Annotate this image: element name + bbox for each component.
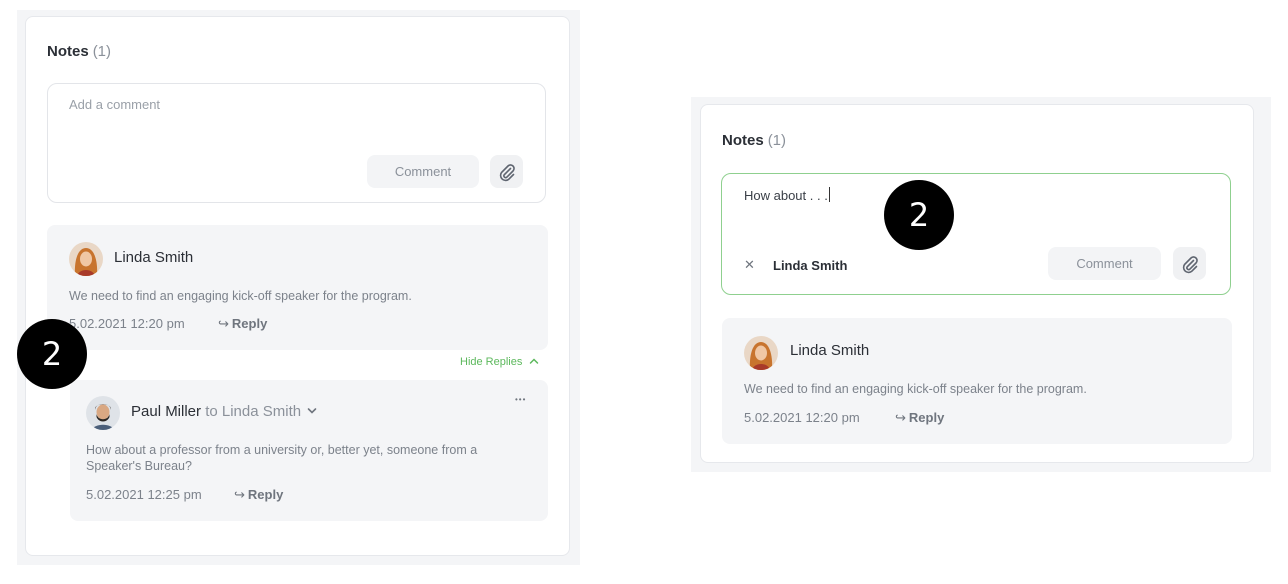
reply-arrow-icon: ↪ (895, 410, 906, 425)
paperclip-icon (1182, 255, 1198, 273)
avatar (744, 336, 778, 370)
mention-recipient: Linda Smith (773, 258, 848, 273)
text-caret (828, 187, 830, 202)
left-comment-button[interactable]: Comment (367, 155, 479, 188)
right-notes-title: Notes (1) (722, 132, 786, 149)
step-badge: 2 (884, 180, 954, 250)
reply-arrow-icon: ↪ (218, 316, 229, 331)
notes-title-text: Notes (47, 43, 89, 60)
right-attach-button[interactable] (1173, 247, 1206, 280)
reply-label: Reply (231, 316, 268, 331)
left-attach-button[interactable] (490, 155, 523, 188)
chevron-down-icon[interactable] (307, 407, 317, 415)
right-comment-button[interactable]: Comment (1048, 247, 1161, 280)
reply-arrow-icon: ↪ (234, 487, 245, 502)
reply-label: Reply (247, 487, 284, 502)
notes-count: (1) (767, 132, 787, 149)
hide-replies-toggle[interactable]: Hide Replies (460, 356, 539, 368)
comment-typed-text: How about . . . (744, 187, 830, 203)
hide-replies-label: Hide Replies (460, 356, 523, 368)
reply-author-line: Paul Miller to Linda Smith (131, 403, 317, 420)
left-thread-author: Linda Smith (114, 249, 194, 266)
right-thread-message: We need to find an engaging kick-off spe… (744, 382, 1087, 396)
notes-count: (1) (92, 43, 112, 60)
reply-message: How about a professor from a university … (86, 443, 478, 473)
reply-author: Paul Miller (131, 403, 202, 420)
right-thread-reply-button[interactable]: ↪ Reply (895, 410, 944, 426)
chevron-up-icon (530, 358, 539, 364)
more-options-icon[interactable]: ••• (515, 395, 526, 404)
paperclip-icon (499, 163, 515, 181)
right-thread-author: Linda Smith (790, 342, 870, 359)
comment-text: How about . . . (744, 188, 828, 203)
left-thread-timestamp: 5.02.2021 12:20 pm (69, 316, 185, 331)
step-badge: 2 (17, 319, 87, 389)
left-notes-title: Notes (1) (47, 43, 111, 60)
remove-mention-icon[interactable]: ✕ (744, 257, 755, 273)
left-thread-message: We need to find an engaging kick-off spe… (69, 289, 412, 303)
comment-placeholder: Add a comment (69, 97, 161, 112)
avatar (69, 242, 103, 276)
reply-timestamp: 5.02.2021 12:25 pm (86, 487, 202, 502)
right-thread-timestamp: 5.02.2021 12:20 pm (744, 410, 860, 425)
reply-reply-button[interactable]: ↪ Reply (234, 487, 283, 503)
reply-recipient: to Linda Smith (205, 403, 302, 420)
notes-title-text: Notes (722, 132, 764, 149)
left-thread-reply-button[interactable]: ↪ Reply (218, 316, 267, 332)
reply-label: Reply (908, 410, 945, 425)
avatar (86, 396, 120, 430)
